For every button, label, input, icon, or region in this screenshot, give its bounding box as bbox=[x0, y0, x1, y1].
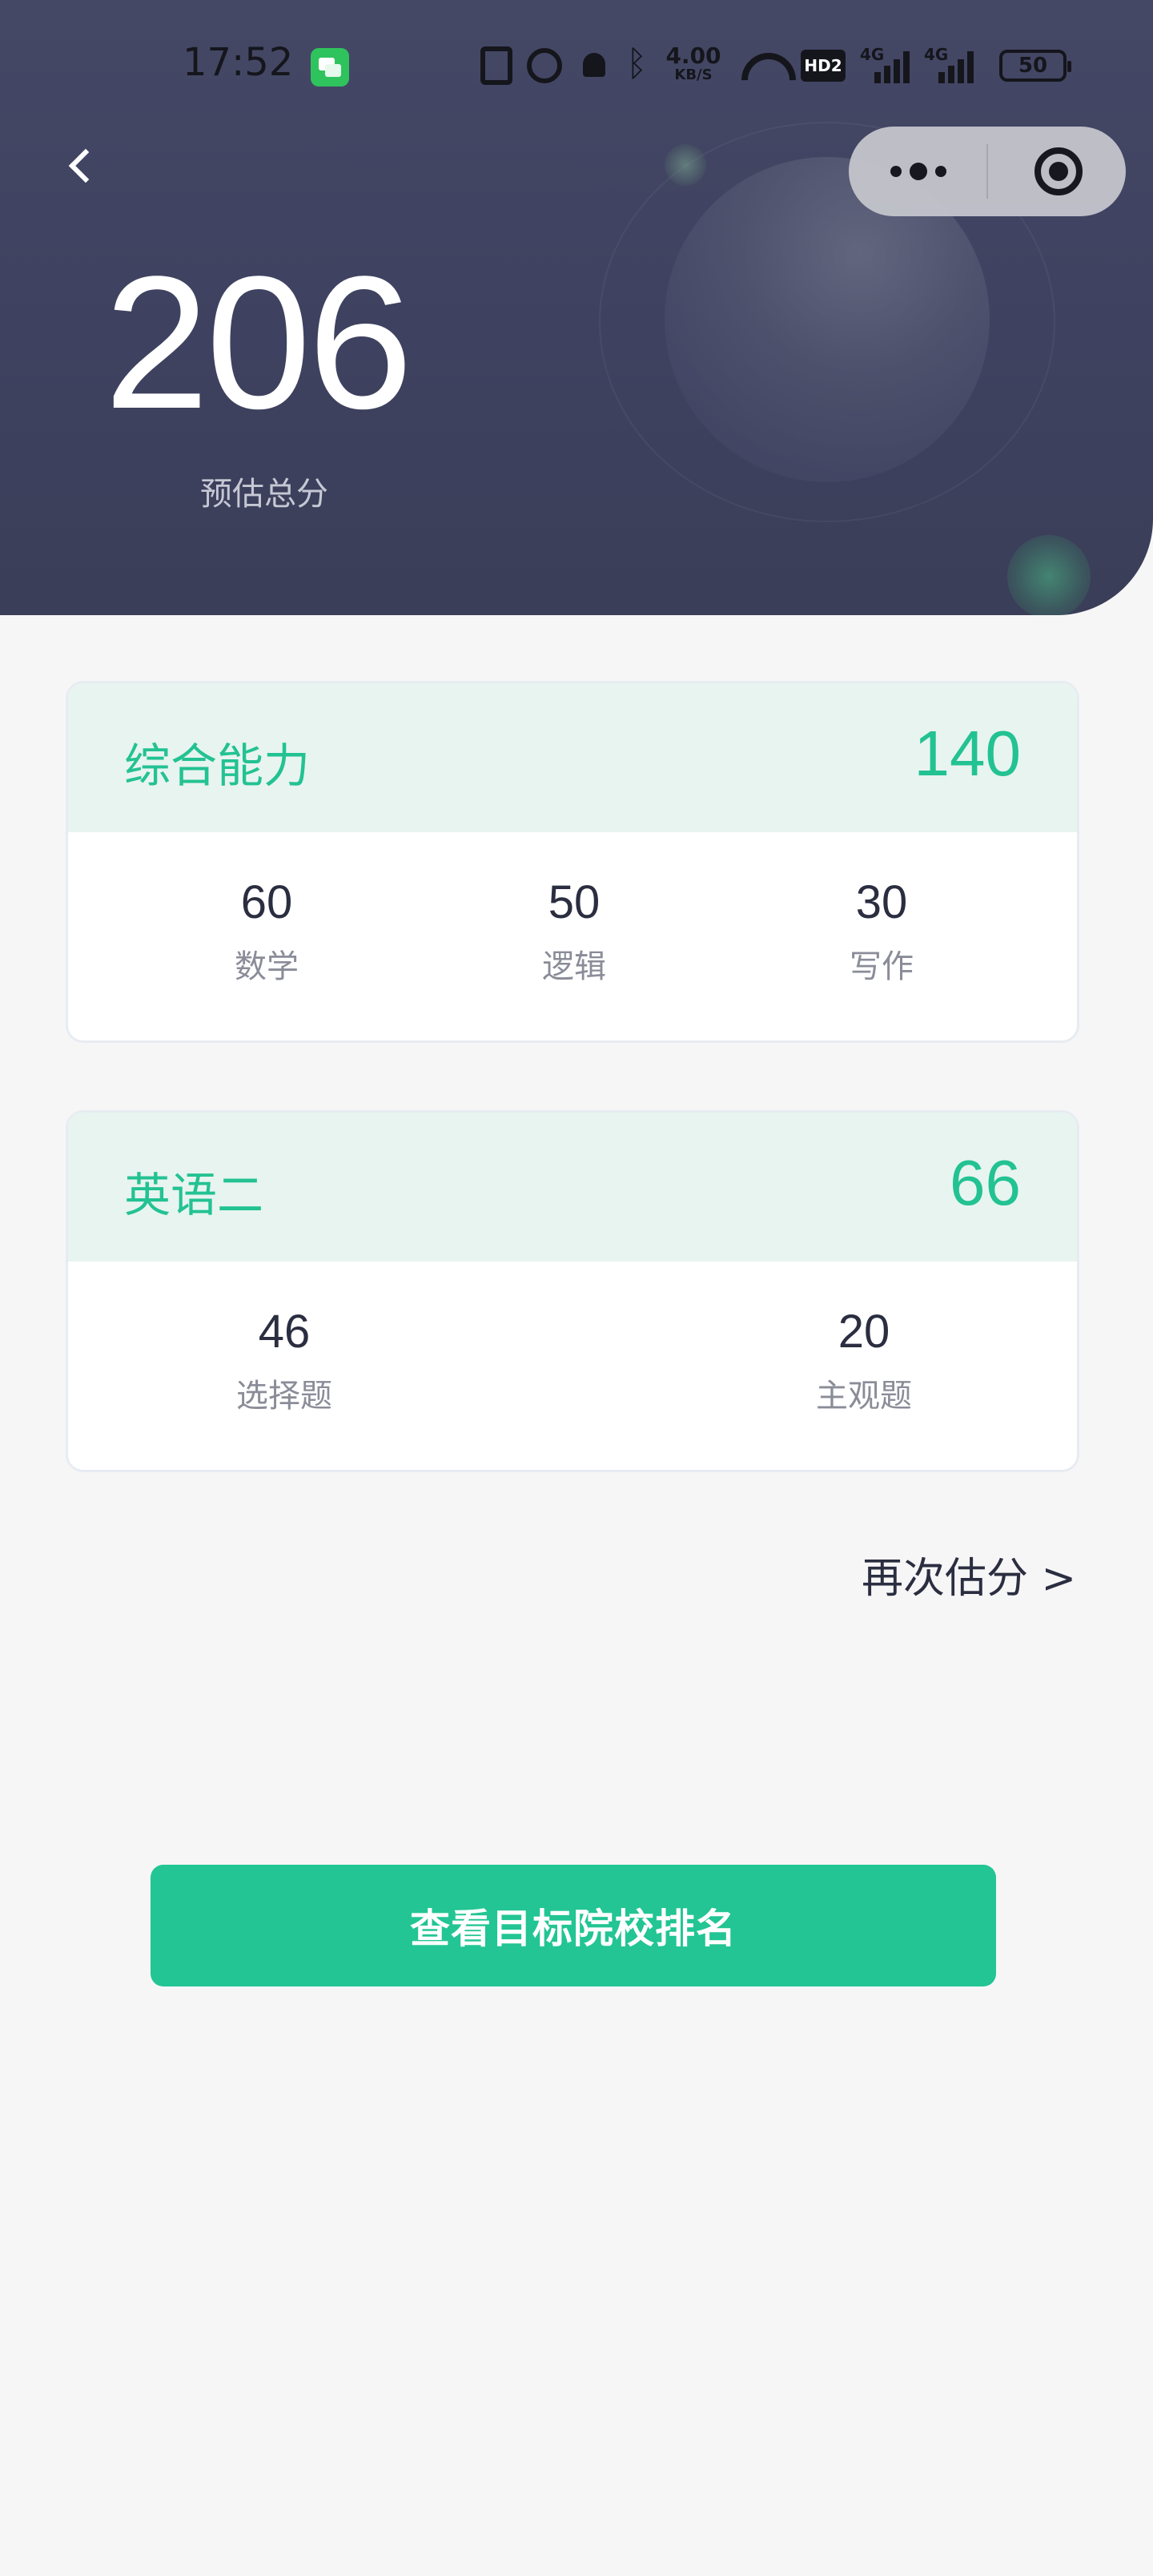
close-miniprogram-icon[interactable] bbox=[988, 127, 1126, 216]
item-label: 选择题 bbox=[236, 1378, 332, 1415]
score-card-english: 英语二 66 46 选择题 20 主观题 bbox=[66, 1110, 1079, 1472]
card-score: 140 bbox=[914, 718, 1021, 789]
item-value: 20 bbox=[838, 1306, 890, 1358]
bluetooth-icon bbox=[626, 43, 649, 84]
item-label: 写作 bbox=[850, 948, 914, 985]
score-header: 17:52 4.00 KB/S HD2 4G 4G bbox=[0, 0, 1153, 615]
hd-call-icon: HD2 bbox=[801, 50, 846, 82]
score-item-logic: 50 逻辑 bbox=[454, 875, 694, 987]
decorative-dot bbox=[665, 144, 706, 186]
item-value: 50 bbox=[548, 876, 601, 928]
message-notification-icon bbox=[311, 48, 349, 87]
score-card-comprehensive: 综合能力 140 60 数学 50 逻辑 30 写作 bbox=[66, 681, 1079, 1043]
status-time: 17:52 bbox=[183, 40, 294, 85]
alarm-icon bbox=[527, 48, 562, 83]
network-speed: 4.00 KB/S bbox=[665, 42, 721, 84]
score-item-choice: 46 选择题 bbox=[164, 1305, 404, 1416]
card-header: 综合能力 140 bbox=[68, 683, 1077, 832]
item-value: 46 bbox=[258, 1306, 311, 1358]
decorative-green-dot bbox=[1007, 535, 1091, 615]
card-header: 英语二 66 bbox=[68, 1113, 1077, 1262]
back-button[interactable] bbox=[58, 141, 106, 189]
mute-bell-icon bbox=[576, 48, 612, 83]
item-label: 逻辑 bbox=[542, 948, 606, 985]
signal-icon-2: 4G bbox=[924, 45, 974, 83]
item-value: 30 bbox=[855, 876, 908, 928]
item-label: 数学 bbox=[235, 948, 299, 985]
wifi-icon bbox=[738, 48, 786, 83]
score-item-math: 60 数学 bbox=[147, 875, 387, 987]
card-body: 60 数学 50 逻辑 30 写作 bbox=[68, 832, 1077, 1040]
view-school-ranking-button[interactable]: 查看目标院校排名 bbox=[151, 1865, 996, 1986]
reestimate-link[interactable]: 再次估分 > bbox=[862, 1544, 1076, 1604]
score-item-writing: 30 写作 bbox=[761, 875, 1002, 987]
item-value: 60 bbox=[240, 876, 293, 928]
item-label: 主观题 bbox=[816, 1378, 912, 1415]
card-body: 46 选择题 20 主观题 bbox=[68, 1262, 1077, 1470]
card-score: 66 bbox=[950, 1147, 1021, 1218]
score-item-subjective: 20 主观题 bbox=[744, 1305, 984, 1416]
total-score: 206 bbox=[104, 237, 413, 449]
status-icons: 4.00 KB/S HD2 4G 4G bbox=[480, 42, 974, 90]
status-bar: 17:52 4.00 KB/S HD2 4G 4G bbox=[0, 32, 1153, 99]
card-title: 英语二 bbox=[124, 1168, 264, 1222]
card-title: 综合能力 bbox=[124, 739, 311, 793]
nfc-icon bbox=[480, 46, 512, 85]
signal-icon-1: 4G bbox=[860, 45, 910, 83]
total-score-label: 预估总分 bbox=[200, 476, 328, 513]
miniprogram-capsule bbox=[849, 127, 1126, 216]
battery-icon: 50 bbox=[999, 50, 1071, 82]
more-dots-icon[interactable] bbox=[849, 127, 986, 216]
